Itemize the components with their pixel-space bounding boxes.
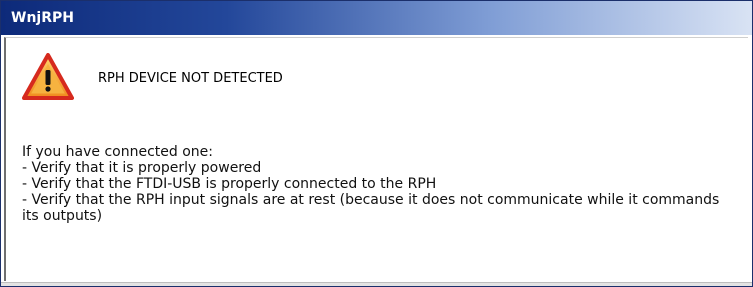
error-message: If you have connected one: - Verify that… [22,144,737,224]
message-line-power: - Verify that it is properly powered [22,160,262,176]
title-bar[interactable]: WnjRPH [1,1,752,35]
window-title: WnjRPH [11,10,74,26]
window-bottom-edge [1,282,752,286]
error-headline: RPH DEVICE NOT DETECTED [98,71,283,86]
dialog-window: WnjRPH RPH DEVICE NOT DETECTED If you ha… [0,0,753,287]
message-line-intro: If you have connected one: [22,144,214,160]
warning-icon [22,53,74,100]
message-line-ftdi: - Verify that the FTDI-USB is properly c… [22,176,437,192]
message-line-signals: - Verify that the RPH input signals are … [22,192,720,224]
dialog-content: RPH DEVICE NOT DETECTED If you have conn… [4,37,748,281]
